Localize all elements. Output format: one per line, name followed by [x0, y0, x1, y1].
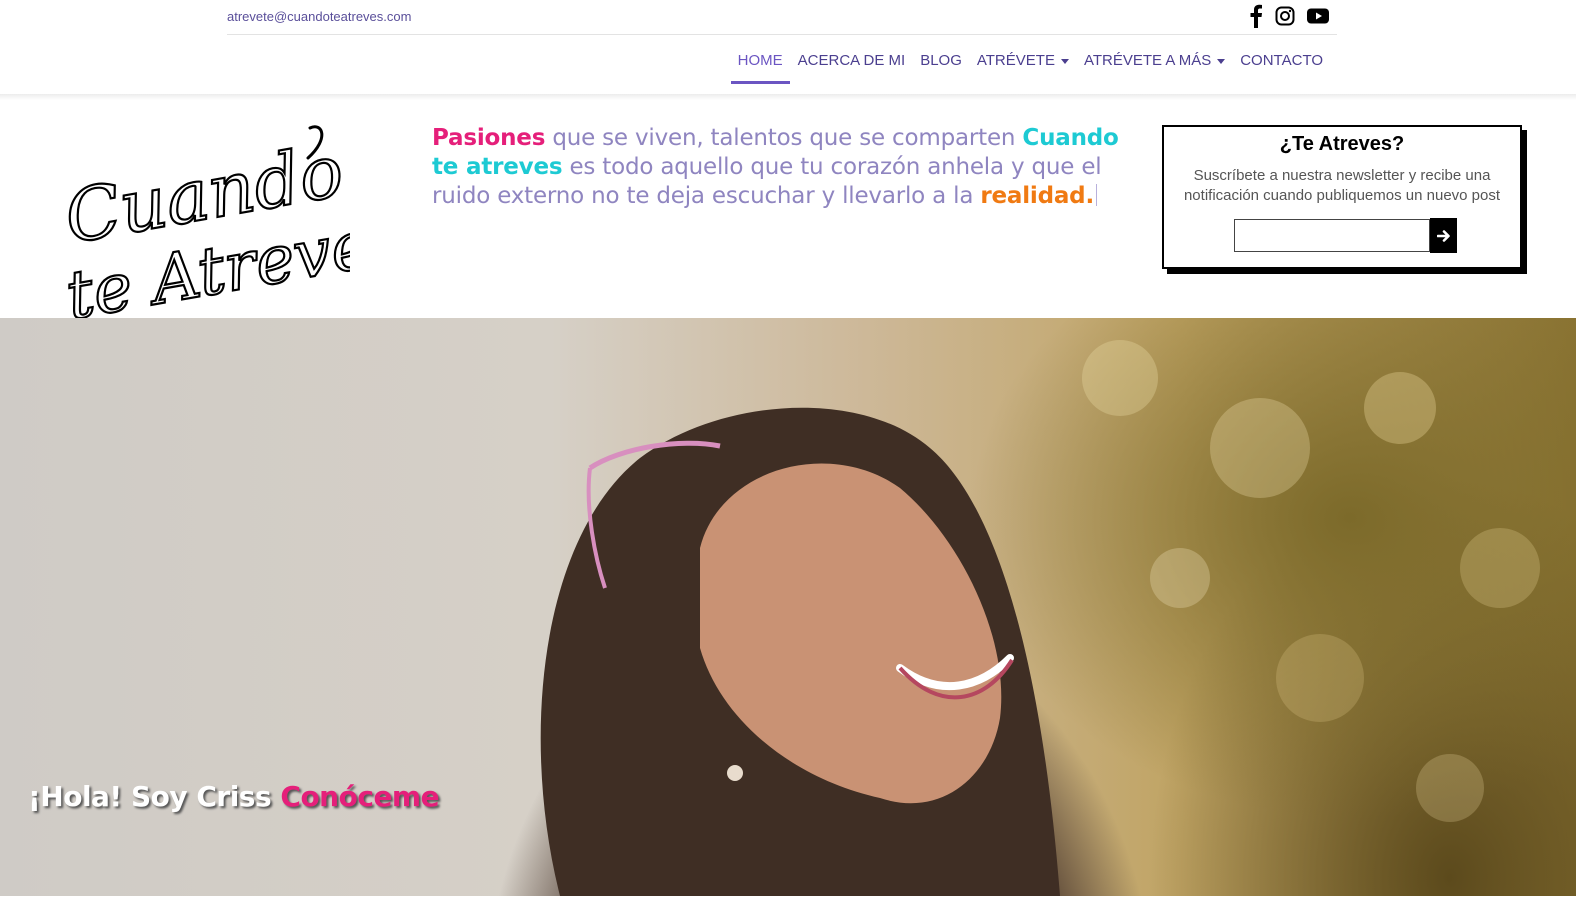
chevron-down-icon [1217, 58, 1226, 64]
nav-acerca-de-mi[interactable]: ACERCA DE MI [791, 46, 913, 84]
hero-greeting: ¡Hola! Soy Criss [28, 780, 281, 813]
newsletter-description: Suscríbete a nuestra newsletter y recibe… [1183, 167, 1501, 204]
nav-acerca-label: ACERCA DE MI [797, 52, 906, 69]
nav-contacto-label: CONTACTO [1240, 52, 1323, 69]
nav-blog-label: BLOG [920, 52, 962, 69]
header-divider [0, 94, 1576, 100]
nav-home[interactable]: HOME [730, 46, 790, 84]
facebook-icon[interactable] [1249, 3, 1263, 29]
typing-cursor [1095, 184, 1097, 206]
site-logo[interactable]: Cuando te Atreves [58, 118, 410, 336]
instagram-icon[interactable] [1275, 3, 1295, 29]
email-link[interactable]: atrevete@cuandoteatreves.com [227, 9, 411, 24]
nav-home-label: HOME [737, 52, 783, 69]
top-bar: atrevete@cuandoteatreves.com [227, 0, 1337, 35]
tagline-text-1: que se viven, talentos que se comparten [545, 125, 1023, 151]
hero-heading: ¡Hola! Soy Criss Conóceme [28, 780, 440, 813]
newsletter-title: ¿Te Atreves? [1279, 133, 1405, 155]
newsletter-box: ¿Te Atreves? Suscríbete a nuestra newsle… [1162, 125, 1522, 269]
conoceme-link[interactable]: Conóceme [280, 780, 439, 813]
nav-atrevete-a-mas-dropdown[interactable]: ATRÉVETE A MÁS [1077, 46, 1232, 84]
nav-blog[interactable]: BLOG [913, 46, 969, 84]
social-links [1249, 3, 1329, 29]
newsletter-submit-button[interactable] [1430, 218, 1457, 253]
youtube-icon[interactable] [1307, 3, 1329, 29]
main-nav: HOME ACERCA DE MI BLOG ATRÉVETE ATRÉVETE… [730, 46, 1330, 84]
newsletter-form [1234, 218, 1457, 253]
chevron-down-icon [1060, 58, 1069, 64]
tagline-pasiones: Pasiones [432, 125, 546, 151]
newsletter-email-input[interactable] [1234, 219, 1430, 252]
nav-atrevete-label: ATRÉVETE [976, 52, 1055, 69]
hero-banner: ¡Hola! Soy Criss Conóceme [0, 318, 1576, 896]
nav-contacto[interactable]: CONTACTO [1233, 46, 1330, 84]
tagline: Pasiones que se viven, talentos que se c… [432, 124, 1132, 211]
arrow-right-icon [1436, 229, 1450, 242]
tagline-realidad: realidad. [980, 183, 1094, 209]
nav-atrevete-dropdown[interactable]: ATRÉVETE [970, 46, 1076, 84]
nav-atrevete-a-mas-label: ATRÉVETE A MÁS [1083, 52, 1212, 69]
